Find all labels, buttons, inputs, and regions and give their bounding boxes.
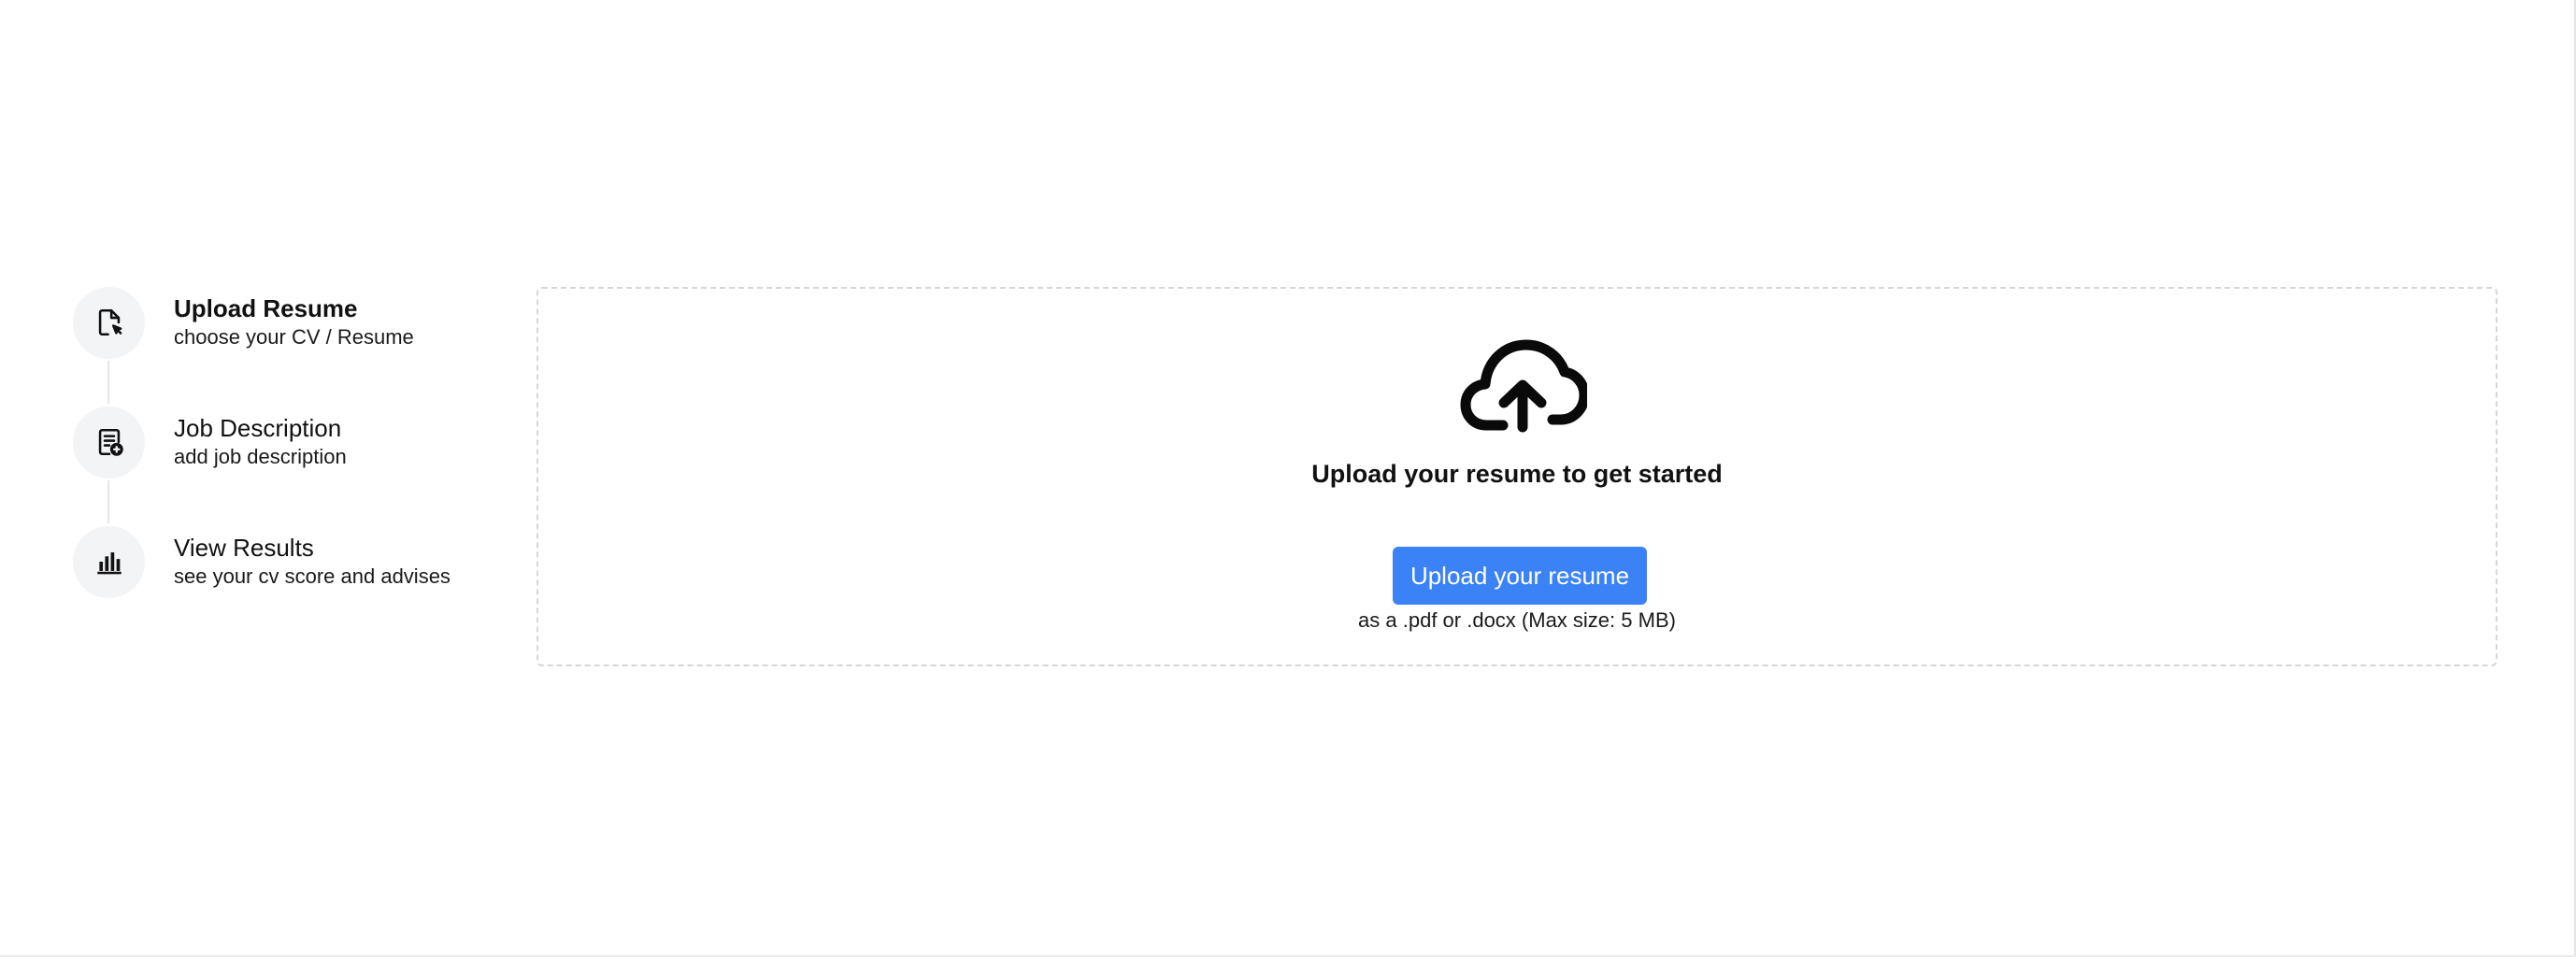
step-subtitle: choose your CV / Resume — [174, 325, 414, 349]
steps-sidebar: Upload Resume choose your CV / Resume Jo… — [73, 286, 503, 598]
step-view-results[interactable]: View Results see your cv score and advis… — [73, 525, 503, 598]
bar-chart-icon — [73, 525, 145, 598]
file-cursor-icon — [73, 286, 145, 359]
step-connector — [107, 361, 109, 404]
upload-heading: Upload your resume to get started — [1311, 460, 1723, 488]
upload-resume-button[interactable]: Upload your resume — [1393, 547, 1647, 605]
step-title: Job Description — [174, 414, 342, 442]
step-connector — [107, 480, 109, 523]
step-subtitle: see your cv score and advises — [174, 564, 451, 588]
page: Upload Resume choose your CV / Resume Jo… — [0, 0, 2576, 957]
step-text: Upload Resume choose your CV / Resume — [174, 293, 414, 351]
upload-hint: as a .pdf or .docx (Max size: 5 MB) — [1358, 608, 1676, 632]
step-subtitle: add job description — [174, 445, 347, 468]
step-title: Upload Resume — [174, 294, 358, 322]
upload-dropzone[interactable]: Upload your resume to get started Upload… — [537, 287, 2497, 666]
step-text: View Results see your cv score and advis… — [174, 533, 451, 591]
cloud-upload-icon — [1460, 339, 1587, 433]
step-job-description[interactable]: Job Description add job description — [73, 406, 503, 523]
step-upload-resume[interactable]: Upload Resume choose your CV / Resume — [73, 286, 503, 404]
step-text: Job Description add job description — [174, 413, 347, 471]
step-title: View Results — [174, 534, 314, 562]
document-add-icon — [73, 406, 145, 478]
